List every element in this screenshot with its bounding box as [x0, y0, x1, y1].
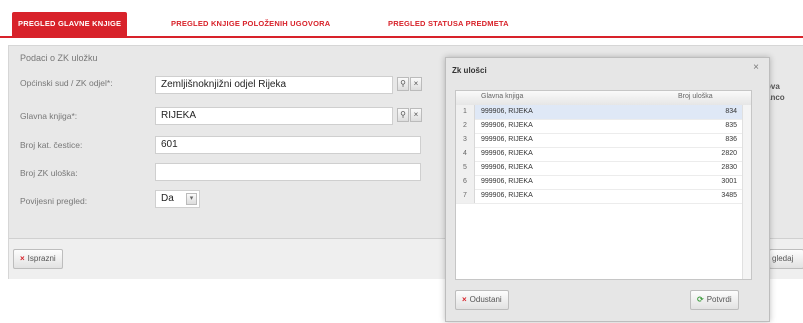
row-number: 5	[456, 161, 475, 175]
confirm-button[interactable]: ⟳ Potvrdi	[690, 290, 739, 310]
history-view-value: Da	[161, 193, 174, 204]
tab-pregled-statusa-predmeta[interactable]: PREGLED STATUSA PREDMETA	[388, 12, 509, 36]
grid-header: Glavna knjiga Broj uloška	[456, 91, 751, 106]
grid-scrollbar[interactable]	[742, 105, 751, 279]
main-book-cell: 999906, RIJEKA	[481, 108, 533, 115]
view-button[interactable]: gledaj	[769, 249, 803, 269]
table-row[interactable]: 3 999906, RIJEKA 836	[456, 133, 751, 148]
table-row[interactable]: 7 999906, RIJEKA 3485	[456, 189, 751, 204]
zk-inserts-grid: Glavna knjiga Broj uloška 1 999906, RIJE…	[455, 90, 752, 280]
column-header-main-book[interactable]: Glavna knjiga	[481, 93, 523, 100]
row-number: 3	[456, 133, 475, 147]
table-row[interactable]: 2 999906, RIJEKA 835	[456, 119, 751, 134]
insert-number-cell: 835	[725, 122, 737, 129]
row-number: 6	[456, 175, 475, 189]
close-icon: ×	[20, 254, 25, 263]
table-row[interactable]: 1 999906, RIJEKA 834	[456, 105, 751, 120]
table-row[interactable]: 4 999906, RIJEKA 2820	[456, 147, 751, 162]
cancel-button[interactable]: × Odustani	[455, 290, 509, 310]
row-number: 7	[456, 189, 475, 203]
insert-number-cell: 2820	[721, 150, 737, 157]
table-row[interactable]: 5 999906, RIJEKA 2830	[456, 161, 751, 176]
main-book-cell: 999906, RIJEKA	[481, 150, 533, 157]
zk-inserts-dialog: Zk ulošci × Glavna knjiga Broj uloška 1 …	[445, 57, 770, 322]
zk-insert-number-field[interactable]	[155, 163, 421, 181]
clear-button[interactable]: × Isprazni	[13, 249, 63, 269]
close-icon: ×	[462, 295, 467, 304]
row-number: 2	[456, 119, 475, 133]
search-icon[interactable]: ⚲	[397, 77, 409, 91]
tab-pregled-knjige-polozenih-ugovora[interactable]: PREGLED KNJIGE POLOŽENIH UGOVORA	[171, 12, 330, 36]
row-number: 4	[456, 147, 475, 161]
insert-number-cell: 3485	[721, 192, 737, 199]
confirm-button-label: Potvrdi	[706, 295, 732, 304]
dialog-title: Zk ulošci	[452, 66, 487, 75]
insert-number-cell: 836	[725, 136, 737, 143]
court-field[interactable]: Zemljišnoknjižni odjel Rijeka	[155, 76, 393, 94]
main-book-cell: 999906, RIJEKA	[481, 136, 533, 143]
clear-icon[interactable]: ×	[410, 77, 422, 91]
clear-button-label: Isprazni	[27, 254, 56, 263]
table-row[interactable]: 6 999906, RIJEKA 3001	[456, 175, 751, 190]
confirm-icon: ⟳	[697, 295, 704, 304]
main-book-cell: 999906, RIJEKA	[481, 122, 533, 129]
tab-bar: PREGLED GLAVNE KNJIGE PREGLED KNJIGE POL…	[0, 12, 803, 36]
main-book-cell: 999906, RIJEKA	[481, 164, 533, 171]
search-icon[interactable]: ⚲	[397, 108, 409, 122]
insert-number-cell: 834	[725, 108, 737, 115]
main-book-label: Glavna knjiga*:	[20, 111, 78, 121]
main-book-cell: 999906, RIJEKA	[481, 178, 533, 185]
tab-pregled-glavne-knjige[interactable]: PREGLED GLAVNE KNJIGE	[12, 12, 128, 36]
tab-underline	[0, 36, 803, 38]
chevron-down-icon[interactable]: ▾	[186, 193, 197, 205]
main-book-cell: 999906, RIJEKA	[481, 192, 533, 199]
main-book-field[interactable]: RIJEKA	[155, 107, 393, 125]
section-title: Podaci o ZK uložku	[20, 53, 98, 63]
row-number: 1	[456, 105, 475, 119]
history-view-label: Povijesni pregled:	[20, 196, 88, 206]
history-view-select[interactable]: Da ▾	[155, 190, 200, 208]
close-icon[interactable]: ×	[750, 62, 762, 74]
column-header-insert-number[interactable]: Broj uloška	[678, 93, 713, 100]
view-button-label: gledaj	[772, 254, 794, 263]
court-label: Općinski sud / ZK odjel*:	[20, 78, 113, 88]
insert-number-cell: 2830	[721, 164, 737, 171]
parcel-number-label: Broj kat. čestice:	[20, 140, 83, 150]
zk-insert-number-label: Broj ZK uloška:	[20, 168, 78, 178]
clear-icon[interactable]: ×	[410, 108, 422, 122]
parcel-number-field[interactable]: 601	[155, 136, 421, 154]
cancel-button-label: Odustani	[469, 295, 502, 304]
insert-number-cell: 3001	[721, 178, 737, 185]
